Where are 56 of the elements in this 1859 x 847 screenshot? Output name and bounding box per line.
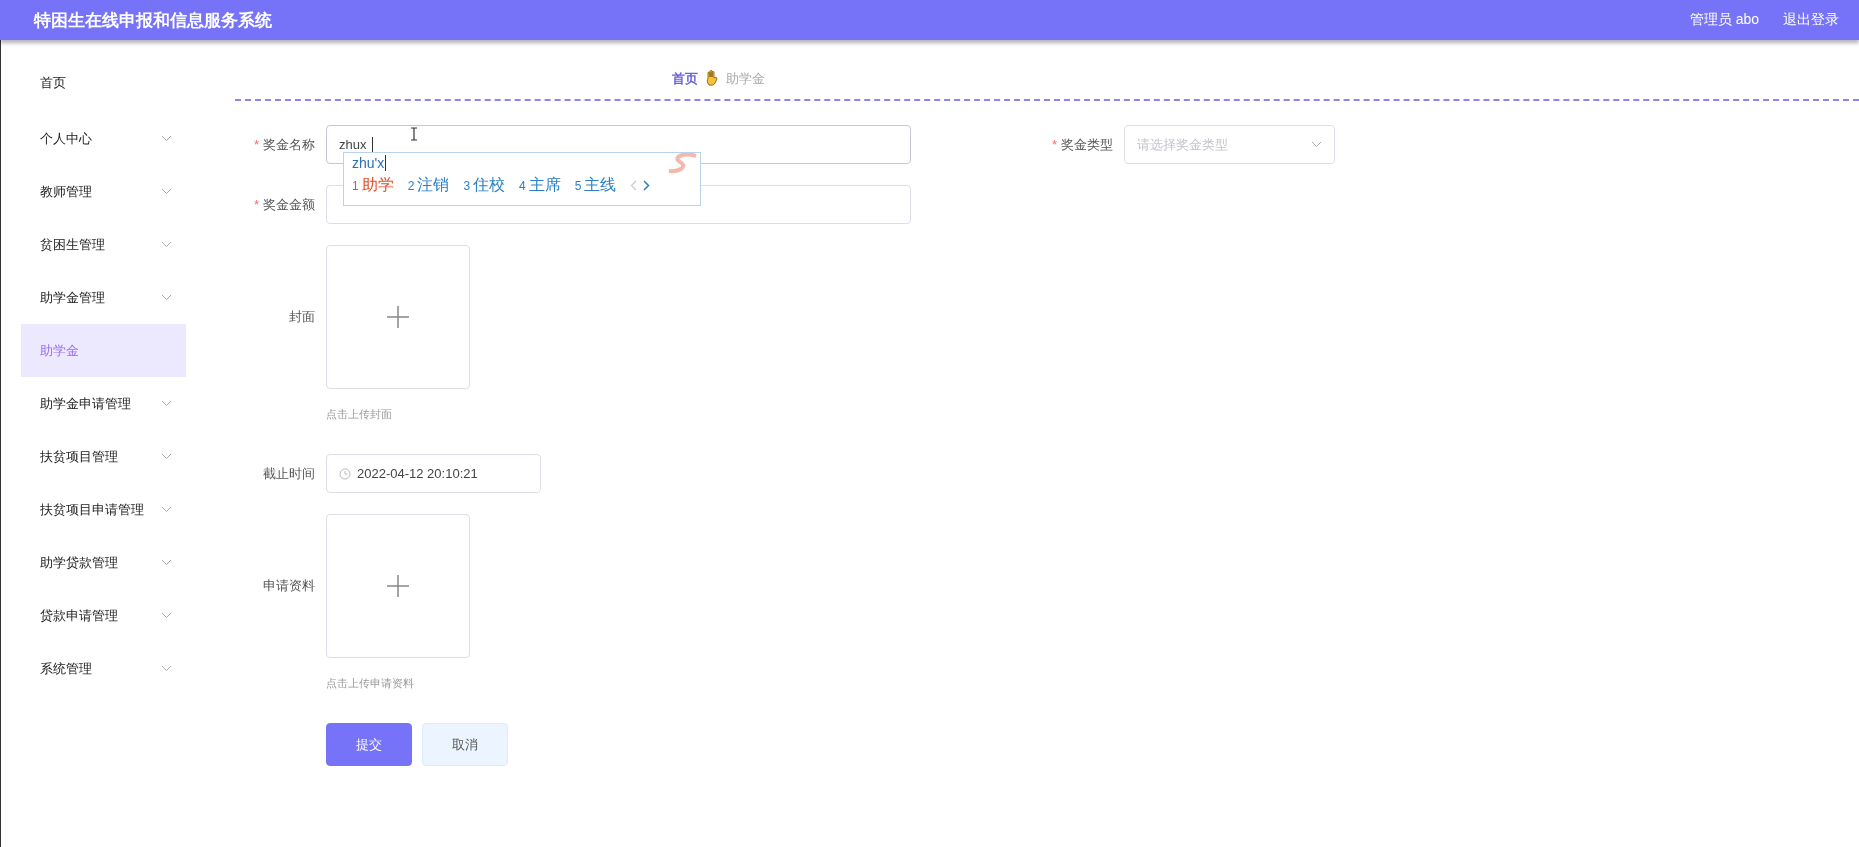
required-mark: * — [253, 137, 259, 152]
candidate-word[interactable]: 4 主席 — [519, 175, 561, 196]
chevron-down-icon — [161, 665, 172, 672]
text-caret — [385, 155, 387, 171]
chevron-left-icon[interactable] — [630, 180, 638, 191]
submit-button[interactable]: 提交 — [326, 723, 412, 766]
candidate-word[interactable]: 2 注销 — [407, 175, 450, 196]
chevron-down-icon — [161, 559, 172, 566]
required-mark: * — [1051, 137, 1057, 152]
upload-hint: 点击上传申请资料 — [326, 676, 415, 691]
chevron-down-icon — [161, 294, 172, 301]
chevron-down-icon — [161, 612, 172, 619]
chevron-down-icon — [1311, 141, 1322, 148]
field-label: 奖金名称 — [263, 135, 315, 154]
chevron-down-icon — [161, 188, 172, 195]
field-label: 截止时间 — [263, 464, 315, 483]
user-name: 管理员 abo — [1689, 11, 1759, 29]
chevron-down-icon — [161, 506, 172, 513]
sidebar-item[interactable]: 贫困生管理 — [21, 218, 186, 271]
candidate-word[interactable]: 3 住校 — [463, 175, 506, 196]
sidebar-item[interactable]: 扶贫项目申请管理 — [21, 483, 186, 536]
required-mark: * — [253, 197, 259, 212]
plus-icon — [386, 574, 410, 598]
cancel-button[interactable]: 取消 — [422, 723, 508, 766]
text-cursor-icon — [410, 127, 418, 141]
logout-link[interactable]: 退出登录 — [1783, 11, 1839, 29]
field-label: 申请资料 — [263, 577, 315, 595]
candidate-word[interactable]: 5 主线 — [574, 175, 617, 196]
sidebar-item[interactable]: 贷款申请管理 — [21, 589, 186, 642]
field-label: 封面 — [289, 308, 315, 326]
sidebar-item[interactable]: 教师管理 — [21, 165, 186, 218]
chevron-down-icon — [161, 135, 172, 142]
clock-icon — [339, 467, 351, 480]
sidebar-item[interactable]: 助学金申请管理 — [21, 377, 186, 430]
candidate-word[interactable]: 1 助学 — [352, 175, 394, 196]
upload-hint: 点击上传封面 — [326, 407, 393, 422]
chevron-down-icon — [161, 241, 172, 248]
sidebar-item[interactable]: 助学贷款管理 — [21, 536, 186, 589]
sidebar-item[interactable]: 系统管理 — [21, 642, 186, 695]
sidebar-item[interactable]: 助学金管理 — [21, 271, 186, 324]
text-caret — [372, 136, 374, 153]
sidebar-item[interactable]: 扶贫项目管理 — [21, 430, 186, 483]
field-label: 奖金金额 — [263, 195, 315, 214]
date-field[interactable]: 2022-04-12 20:10:21 — [326, 454, 541, 493]
chevron-down-icon — [161, 400, 172, 407]
hand-icon — [706, 70, 718, 86]
breadcrumb-link[interactable]: 首页 — [672, 70, 698, 88]
chevron-down-icon — [161, 453, 172, 460]
chevron-right-icon[interactable] — [643, 180, 651, 191]
upload-area[interactable] — [326, 245, 470, 389]
upload-area[interactable] — [326, 514, 470, 658]
app-title: 特困生在线申报和信息服务系统 — [34, 9, 272, 32]
field-label: 奖金类型 — [1061, 135, 1113, 154]
plus-icon — [386, 305, 410, 329]
sidebar-item[interactable]: 个人中心 — [21, 112, 186, 165]
sidebar-item[interactable]: 首页 — [21, 54, 186, 112]
